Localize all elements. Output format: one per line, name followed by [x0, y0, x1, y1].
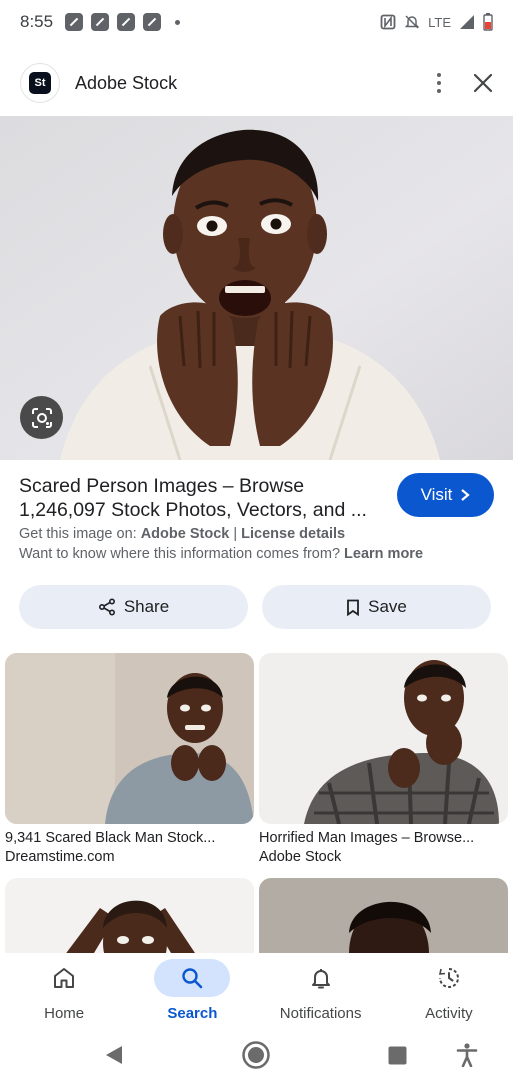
source-prefix: Get this image on: [19, 526, 141, 542]
status-time: 8:55 [20, 12, 54, 31]
bell-off-icon [404, 15, 420, 29]
info-note: Want to know where this information come… [19, 546, 423, 562]
bell-icon [311, 969, 330, 989]
scared-man-photo [0, 116, 513, 460]
related-result-card[interactable]: 9,341 Scared Black Man Stock... Dreamsti… [5, 653, 254, 865]
hero-image[interactable] [0, 116, 513, 460]
chevron-right-icon [461, 489, 471, 501]
related-source: Adobe Stock [259, 849, 342, 865]
share-icon [98, 598, 115, 616]
share-label: Share [123, 597, 170, 616]
network-type: LTE [428, 14, 451, 30]
lens-icon [31, 407, 52, 428]
news-icon [117, 13, 136, 31]
header-actions [431, 67, 493, 99]
nav-activity[interactable]: Activity [385, 953, 513, 1029]
logo-mark: St [29, 72, 51, 94]
source-separator: | [229, 526, 242, 542]
learn-more-link[interactable]: Learn more [344, 546, 423, 562]
nav-notifications-icon-wrap [283, 959, 359, 997]
search-icon [182, 968, 203, 989]
related-thumbnail[interactable] [5, 653, 254, 824]
nfc-icon [380, 14, 396, 30]
result-title-line1: Scared Person Images – Browse [19, 475, 305, 497]
visit-label: Visit [420, 485, 453, 504]
related-source: Dreamstime.com [5, 849, 115, 865]
scared-black-man-photo [5, 653, 254, 824]
nav-search-label: Search [167, 1005, 218, 1022]
visit-button[interactable]: Visit [397, 473, 494, 517]
nav-notifications-label: Notifications [279, 1005, 362, 1022]
source-header: St Adobe Stock [0, 52, 513, 114]
home-icon [54, 968, 75, 988]
adobe-stock-logo: St [20, 63, 60, 103]
source-name[interactable]: Adobe Stock [141, 526, 230, 542]
nav-search-icon-wrap [154, 959, 231, 997]
nav-home-label: Home [44, 1005, 85, 1022]
signal-icon [460, 15, 474, 29]
news-icon [65, 13, 84, 31]
related-title: 9,341 Scared Black Man Stock... [5, 830, 216, 846]
nav-activity-icon-wrap [411, 959, 487, 997]
bookmark-icon [347, 599, 360, 616]
more-options-icon[interactable] [431, 67, 447, 99]
nav-home-icon-wrap [26, 959, 102, 997]
nav-search[interactable]: Search [128, 953, 256, 1029]
horrified-man-photo [259, 653, 508, 824]
recents-icon[interactable] [388, 1046, 407, 1065]
result-info: Scared Person Images – Browse 1,246,097 … [19, 474, 389, 542]
system-navigation [0, 1030, 513, 1080]
save-label: Save [368, 597, 407, 616]
back-icon[interactable] [104, 1044, 124, 1066]
related-thumbnail[interactable] [259, 653, 508, 824]
activity-icon [438, 968, 459, 988]
result-title[interactable]: Scared Person Images – Browse 1,246,097 … [19, 474, 389, 522]
close-icon[interactable] [473, 73, 493, 93]
bottom-navigation: Home Search Notifications Activity [0, 953, 513, 1029]
nav-home[interactable]: Home [0, 953, 128, 1029]
status-indicators: LTE [380, 13, 493, 31]
accessibility-icon[interactable] [456, 1043, 478, 1067]
nav-notifications[interactable]: Notifications [257, 953, 385, 1029]
note-text: Want to know where this information come… [19, 546, 345, 562]
result-title-line2: 1,246,097 Stock Photos, Vectors, and ... [19, 499, 367, 521]
related-result-card[interactable]: Horrified Man Images – Browse... Adobe S… [259, 653, 508, 865]
license-details-link[interactable]: License details [241, 526, 345, 542]
status-bar: 8:55 LTE [0, 0, 513, 44]
news-icon [91, 13, 110, 31]
header-title: Adobe Stock [75, 72, 178, 93]
home-circle-icon[interactable] [242, 1041, 270, 1069]
nav-activity-label: Activity [425, 1005, 473, 1022]
share-button[interactable]: Share [19, 585, 248, 629]
more-notifications-dot [175, 19, 181, 25]
battery-icon [483, 13, 493, 31]
save-button[interactable]: Save [262, 585, 491, 629]
news-icon [143, 13, 162, 31]
related-title: Horrified Man Images – Browse... [259, 830, 475, 846]
result-source: Get this image on: Adobe Stock | License… [19, 526, 389, 542]
lens-search-button[interactable] [20, 396, 63, 439]
